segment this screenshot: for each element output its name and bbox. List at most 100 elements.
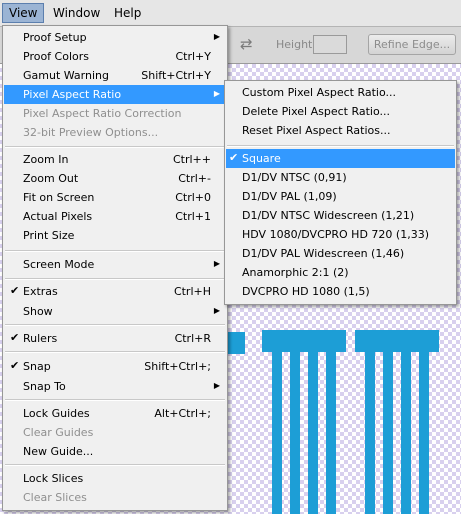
menu-item-extras[interactable]: ✔ Extras Ctrl+H [4,282,226,301]
menu-separator [5,250,225,252]
menu-item-shortcut: Ctrl+R [174,332,211,345]
menu-separator [227,145,454,147]
menu-item-snap[interactable]: ✔ Snap Shift+Ctrl+; [4,357,226,376]
menu-item-shortcut: Ctrl+1 [175,210,211,223]
submenu-item-reset-pixel-aspect-ratios[interactable]: Reset Pixel Aspect Ratios... [226,121,455,140]
artwork-shape [262,330,346,352]
menu-item-label: Show [23,305,53,318]
menu-item-clear-slices[interactable]: Clear Slices [4,488,226,507]
menu-help[interactable]: Help [108,5,147,21]
menu-item-label: Delete Pixel Aspect Ratio... [242,105,390,118]
swap-arrows-icon[interactable]: ⇄ [240,36,258,52]
submenu-item-anamorphic[interactable]: Anamorphic 2:1 (2) [226,263,455,282]
menu-item-label: Gamut Warning [23,69,109,82]
menu-item-label: Fit on Screen [23,191,95,204]
menu-item-zoom-out[interactable]: Zoom Out Ctrl+- [4,169,226,188]
artwork-shape [225,332,245,354]
menu-item-clear-guides[interactable]: Clear Guides [4,423,226,442]
menu-item-label: Extras [23,285,58,298]
menu-item-label: Lock Guides [23,407,90,420]
menu-item-label: Zoom In [23,153,69,166]
menu-item-label: D1/DV NTSC Widescreen (1,21) [242,209,415,222]
menu-item-actual-pixels[interactable]: Actual Pixels Ctrl+1 [4,207,226,226]
menu-item-fit-on-screen[interactable]: Fit on Screen Ctrl+0 [4,188,226,207]
menu-item-label: D1/DV PAL (1,09) [242,190,337,203]
submenu-item-dvcpro-hd-1080[interactable]: DVCPRO HD 1080 (1,5) [226,282,455,301]
menu-item-screen-mode[interactable]: Screen Mode ▶ [4,255,226,274]
menu-item-snap-to[interactable]: Snap To ▶ [4,377,226,396]
height-input[interactable] [313,35,347,54]
height-label: Height: [276,38,317,51]
menu-item-label: New Guide... [23,445,94,458]
artwork-shape [326,352,336,514]
menu-item-lock-slices[interactable]: Lock Slices [4,469,226,488]
menu-item-zoom-in[interactable]: Zoom In Ctrl++ [4,150,226,169]
menu-item-label: Pixel Aspect Ratio [23,88,122,101]
submenu-item-d1-dv-ntsc[interactable]: D1/DV NTSC (0,91) [226,168,455,187]
menu-item-label: Zoom Out [23,172,79,185]
menu-item-label: Square [242,152,281,165]
submenu-arrow-icon: ▶ [213,89,220,98]
menu-item-pixel-aspect-ratio-correction[interactable]: Pixel Aspect Ratio Correction [4,104,226,123]
menu-item-shortcut: Alt+Ctrl+; [154,407,211,420]
submenu-item-custom-pixel-aspect-ratio[interactable]: Custom Pixel Aspect Ratio... [226,83,455,102]
submenu-arrow-icon: ▶ [213,306,220,315]
menu-item-32bit-preview-options[interactable]: 32-bit Preview Options... [4,123,226,142]
submenu-item-square[interactable]: ✔ Square [226,149,455,168]
checkmark-icon: ✔ [10,331,20,344]
menu-item-label: Actual Pixels [23,210,93,223]
menu-item-pixel-aspect-ratio[interactable]: Pixel Aspect Ratio ▶ [4,85,226,104]
artwork-shape [401,352,411,514]
artwork-shape [419,352,429,514]
menu-view[interactable]: View [2,3,45,23]
menu-item-rulers[interactable]: ✔ Rulers Ctrl+R [4,329,226,348]
menu-separator [5,351,225,353]
submenu-item-d1-dv-ntsc-widescreen[interactable]: D1/DV NTSC Widescreen (1,21) [226,206,455,225]
menu-item-shortcut: Ctrl+- [178,172,211,185]
menu-item-show[interactable]: Show ▶ [4,302,226,321]
menu-item-label: Clear Guides [23,426,94,439]
menu-item-shortcut: Ctrl+H [173,285,211,298]
menu-item-label: D1/DV NTSC (0,91) [242,171,347,184]
menu-item-label: 32-bit Preview Options... [23,126,159,139]
menu-item-label: Proof Colors [23,50,89,63]
submenu-arrow-icon: ▶ [213,381,220,390]
menu-item-shortcut: Ctrl+0 [175,191,211,204]
artwork-shape [365,352,375,514]
submenu-arrow-icon: ▶ [213,32,220,41]
menu-item-proof-colors[interactable]: Proof Colors Ctrl+Y [4,47,226,66]
submenu-item-delete-pixel-aspect-ratio[interactable]: Delete Pixel Aspect Ratio... [226,102,455,121]
menu-bar: View Window Help [0,0,461,27]
artwork-shape [355,330,439,352]
artwork-shape [272,352,282,514]
artwork-shape [308,352,318,514]
menu-item-proof-setup[interactable]: Proof Setup ▶ [4,28,226,47]
menu-item-label: Pixel Aspect Ratio Correction [23,107,182,120]
menu-item-shortcut: Shift+Ctrl+; [144,360,211,373]
refine-edge-button[interactable]: Refine Edge... [368,34,456,55]
menu-item-gamut-warning[interactable]: Gamut Warning Shift+Ctrl+Y [4,66,226,85]
menu-item-label: Reset Pixel Aspect Ratios... [242,124,391,137]
checkmark-icon: ✔ [10,359,20,372]
menu-separator [5,399,225,401]
menu-item-lock-guides[interactable]: Lock Guides Alt+Ctrl+; [4,404,226,423]
menu-item-label: HDV 1080/DVCPRO HD 720 (1,33) [242,228,429,241]
menu-item-label: Snap [23,360,51,373]
submenu-item-d1-dv-pal-widescreen[interactable]: D1/DV PAL Widescreen (1,46) [226,244,455,263]
submenu-item-d1-dv-pal[interactable]: D1/DV PAL (1,09) [226,187,455,206]
menu-separator [5,324,225,326]
menu-item-label: Anamorphic 2:1 (2) [242,266,349,279]
menu-item-label: DVCPRO HD 1080 (1,5) [242,285,370,298]
menu-separator [5,464,225,466]
checkmark-icon: ✔ [10,284,20,297]
checkmark-icon: ✔ [229,151,239,164]
menu-item-new-guide[interactable]: New Guide... [4,442,226,461]
menu-window[interactable]: Window [47,5,106,21]
menu-item-label: Proof Setup [23,31,87,44]
submenu-item-hdv-1080-dvcpro-hd-720[interactable]: HDV 1080/DVCPRO HD 720 (1,33) [226,225,455,244]
menu-item-print-size[interactable]: Print Size [4,226,226,245]
menu-item-shortcut: Ctrl++ [172,153,211,166]
artwork-shape [290,352,300,514]
menu-item-label: Clear Slices [23,491,87,504]
artwork-shape [383,352,393,514]
